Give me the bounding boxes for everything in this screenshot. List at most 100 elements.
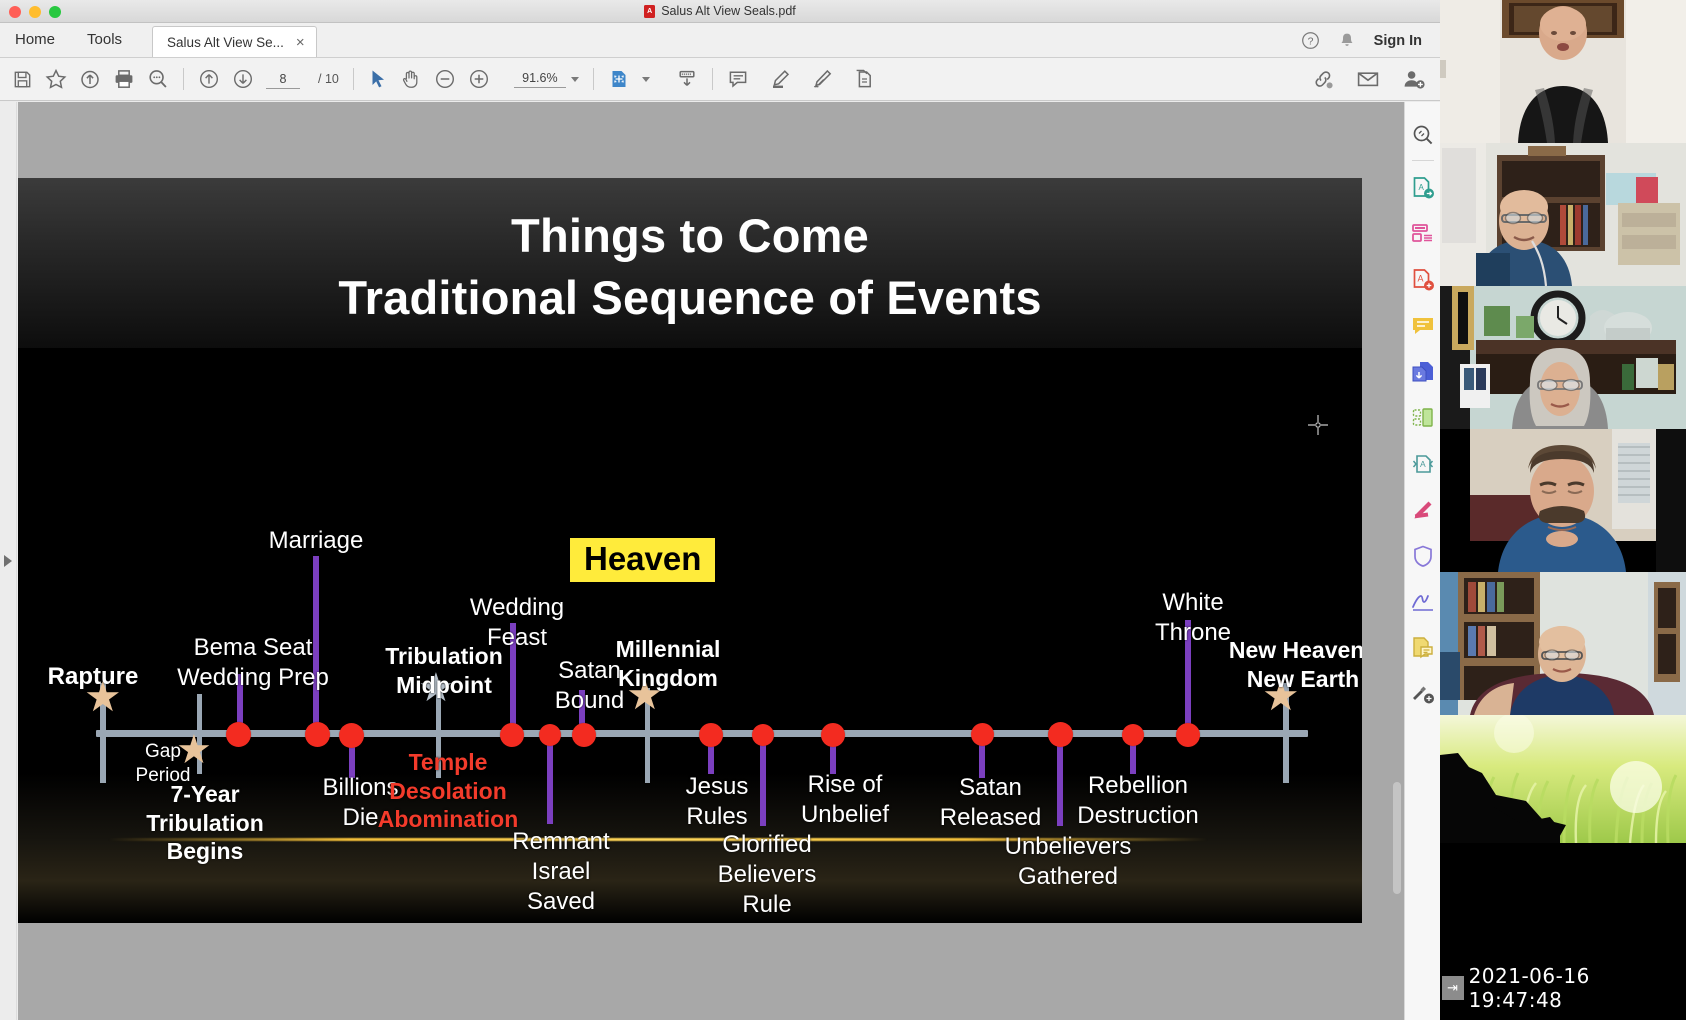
document-viewport: Things to Come Traditional Sequence of E… bbox=[0, 102, 1440, 1020]
node-remnant-israel bbox=[539, 724, 561, 746]
export-pdf-tool-icon[interactable]: A bbox=[1405, 165, 1441, 211]
document-tab[interactable]: Salus Alt View Se... × bbox=[152, 26, 318, 57]
document-scrollbar-thumb[interactable] bbox=[1393, 782, 1401, 894]
minus-circle-icon[interactable] bbox=[434, 68, 456, 90]
organize-pages-tool-icon[interactable] bbox=[1405, 395, 1441, 441]
search-tool-icon[interactable] bbox=[1405, 112, 1441, 158]
request-signatures-tool-icon[interactable] bbox=[1405, 625, 1441, 671]
scroll-down-icon[interactable] bbox=[676, 68, 698, 90]
node-billions-die bbox=[339, 723, 364, 748]
window-title: A Salus Alt View Seals.pdf bbox=[644, 4, 796, 18]
heaven-badge: Heaven bbox=[570, 538, 716, 582]
toolbar-divider-2 bbox=[352, 68, 354, 90]
arrow-down-circle-icon[interactable] bbox=[232, 68, 254, 90]
video-tile-6-image bbox=[1440, 715, 1686, 843]
pdf-page-area[interactable]: Things to Come Traditional Sequence of E… bbox=[18, 102, 1404, 1020]
upload-cloud-icon[interactable] bbox=[79, 68, 101, 90]
star-icon[interactable] bbox=[45, 68, 67, 90]
toolbar-divider bbox=[183, 68, 184, 90]
document-toolbar: 8 / 10 91.6% bbox=[0, 58, 1440, 101]
redact-tool-icon[interactable] bbox=[1405, 487, 1441, 533]
close-tab-icon[interactable]: × bbox=[296, 35, 305, 50]
save-icon[interactable] bbox=[12, 69, 33, 90]
label-remnant-israel-saved: Remnant Israel Saved bbox=[512, 828, 610, 915]
video-tile-6[interactable] bbox=[1440, 715, 1686, 843]
more-tools-icon[interactable] bbox=[1405, 671, 1441, 717]
stalk-remnant-israel bbox=[547, 734, 553, 824]
combine-files-tool-icon[interactable] bbox=[1405, 349, 1441, 395]
highlighter-icon[interactable] bbox=[769, 68, 791, 90]
link-share-icon[interactable] bbox=[1312, 68, 1334, 90]
zoom-level-value[interactable]: 91.6% bbox=[513, 70, 566, 88]
fit-page-icon[interactable] bbox=[608, 68, 630, 90]
node-satan-released bbox=[971, 723, 994, 746]
plus-circle-icon[interactable] bbox=[468, 68, 490, 90]
video-tile-4[interactable] bbox=[1440, 429, 1686, 572]
node-rebellion-destruction bbox=[1122, 724, 1144, 746]
create-pdf-tool-icon[interactable] bbox=[1405, 211, 1441, 257]
add-person-icon[interactable] bbox=[1402, 68, 1426, 90]
help-circle-icon[interactable]: ? bbox=[1301, 31, 1320, 50]
envelope-icon[interactable] bbox=[1356, 68, 1380, 90]
node-rise-of-unbelief bbox=[821, 723, 845, 747]
stamp-icon[interactable] bbox=[853, 68, 875, 90]
label-marriage: Marriage bbox=[268, 527, 364, 554]
window-title-text: Salus Alt View Seals.pdf bbox=[661, 4, 796, 18]
comment-icon[interactable] bbox=[727, 68, 749, 90]
label-rebellion-destruction: Rebellion Destruction bbox=[1077, 772, 1199, 829]
arrow-up-circle-icon[interactable] bbox=[198, 68, 220, 90]
document-tab-label: Salus Alt View Se... bbox=[167, 34, 284, 50]
bell-icon[interactable] bbox=[1338, 31, 1356, 50]
slide-title: Things to Come Traditional Sequence of E… bbox=[18, 205, 1362, 329]
node-glorified-believers bbox=[752, 724, 774, 746]
menu-home[interactable]: Home bbox=[0, 22, 71, 57]
video-tile-1-image bbox=[1440, 0, 1686, 143]
node-jesus-rules bbox=[699, 723, 723, 747]
label-glorified-believers-rule: Glorified Believers Rule bbox=[717, 831, 817, 918]
page-number-input[interactable]: 8 bbox=[266, 69, 300, 89]
meeting-timestamp-bar: 2021-06-16 19:47:48 bbox=[1440, 964, 1686, 1012]
edit-pdf-tool-icon[interactable]: A bbox=[1405, 257, 1441, 303]
video-tile-7[interactable]: 2021-06-16 19:47:48 bbox=[1440, 843, 1686, 1020]
video-tile-3[interactable] bbox=[1440, 286, 1686, 429]
close-window-button[interactable] bbox=[9, 6, 21, 18]
page-gap-bottom bbox=[18, 918, 1404, 1020]
pdf-page-8: Things to Come Traditional Sequence of E… bbox=[18, 178, 1362, 923]
pen-draw-icon[interactable] bbox=[811, 68, 833, 90]
slide-title-line2: Traditional Sequence of Events bbox=[338, 271, 1042, 325]
acrobat-window: A Salus Alt View Seals.pdf Home Tools Sa… bbox=[0, 0, 1440, 1020]
video-tile-2[interactable] bbox=[1440, 143, 1686, 286]
menu-tools[interactable]: Tools bbox=[71, 22, 138, 57]
window-controls[interactable] bbox=[9, 6, 61, 18]
hand-icon[interactable] bbox=[400, 68, 422, 90]
zoom-dropdown-caret-icon[interactable] bbox=[570, 76, 579, 82]
video-tile-3-image bbox=[1440, 286, 1686, 429]
annotation-tools-group bbox=[727, 68, 875, 90]
comment-tool-icon[interactable] bbox=[1405, 303, 1441, 349]
label-satan-released: Satan Released bbox=[939, 774, 1042, 831]
fit-tools-group bbox=[608, 68, 698, 90]
svg-text:A: A bbox=[1418, 183, 1424, 192]
expand-left-panel-icon[interactable] bbox=[4, 555, 12, 567]
left-panel-toggle[interactable] bbox=[0, 102, 17, 1020]
collapse-panel-icon[interactable] bbox=[1442, 976, 1464, 1000]
minimize-window-button[interactable] bbox=[29, 6, 41, 18]
fit-dropdown-caret-icon[interactable] bbox=[641, 76, 650, 82]
protect-tool-icon[interactable] bbox=[1405, 533, 1441, 579]
cursor-arrow-icon[interactable] bbox=[368, 68, 388, 90]
compress-pdf-tool-icon[interactable]: A bbox=[1405, 441, 1441, 487]
maximize-window-button[interactable] bbox=[49, 6, 61, 18]
mouse-crosshair-cursor bbox=[1308, 415, 1328, 439]
zoom-search-icon[interactable] bbox=[147, 68, 169, 90]
window-title-bar: A Salus Alt View Seals.pdf bbox=[0, 0, 1440, 23]
tools-sidebar-divider bbox=[1411, 160, 1434, 161]
tools-sidebar: A A A bbox=[1404, 102, 1440, 1020]
fill-and-sign-tool-icon[interactable] bbox=[1405, 579, 1441, 625]
video-tile-5[interactable] bbox=[1440, 572, 1686, 715]
document-scrollbar[interactable] bbox=[1391, 204, 1403, 1020]
sign-in-button[interactable]: Sign In bbox=[1374, 33, 1430, 49]
print-icon[interactable] bbox=[113, 68, 135, 90]
label-wedding-feast: Wedding Feast bbox=[469, 594, 565, 651]
page-gap-top bbox=[18, 102, 1404, 178]
video-tile-1[interactable] bbox=[1440, 0, 1686, 143]
